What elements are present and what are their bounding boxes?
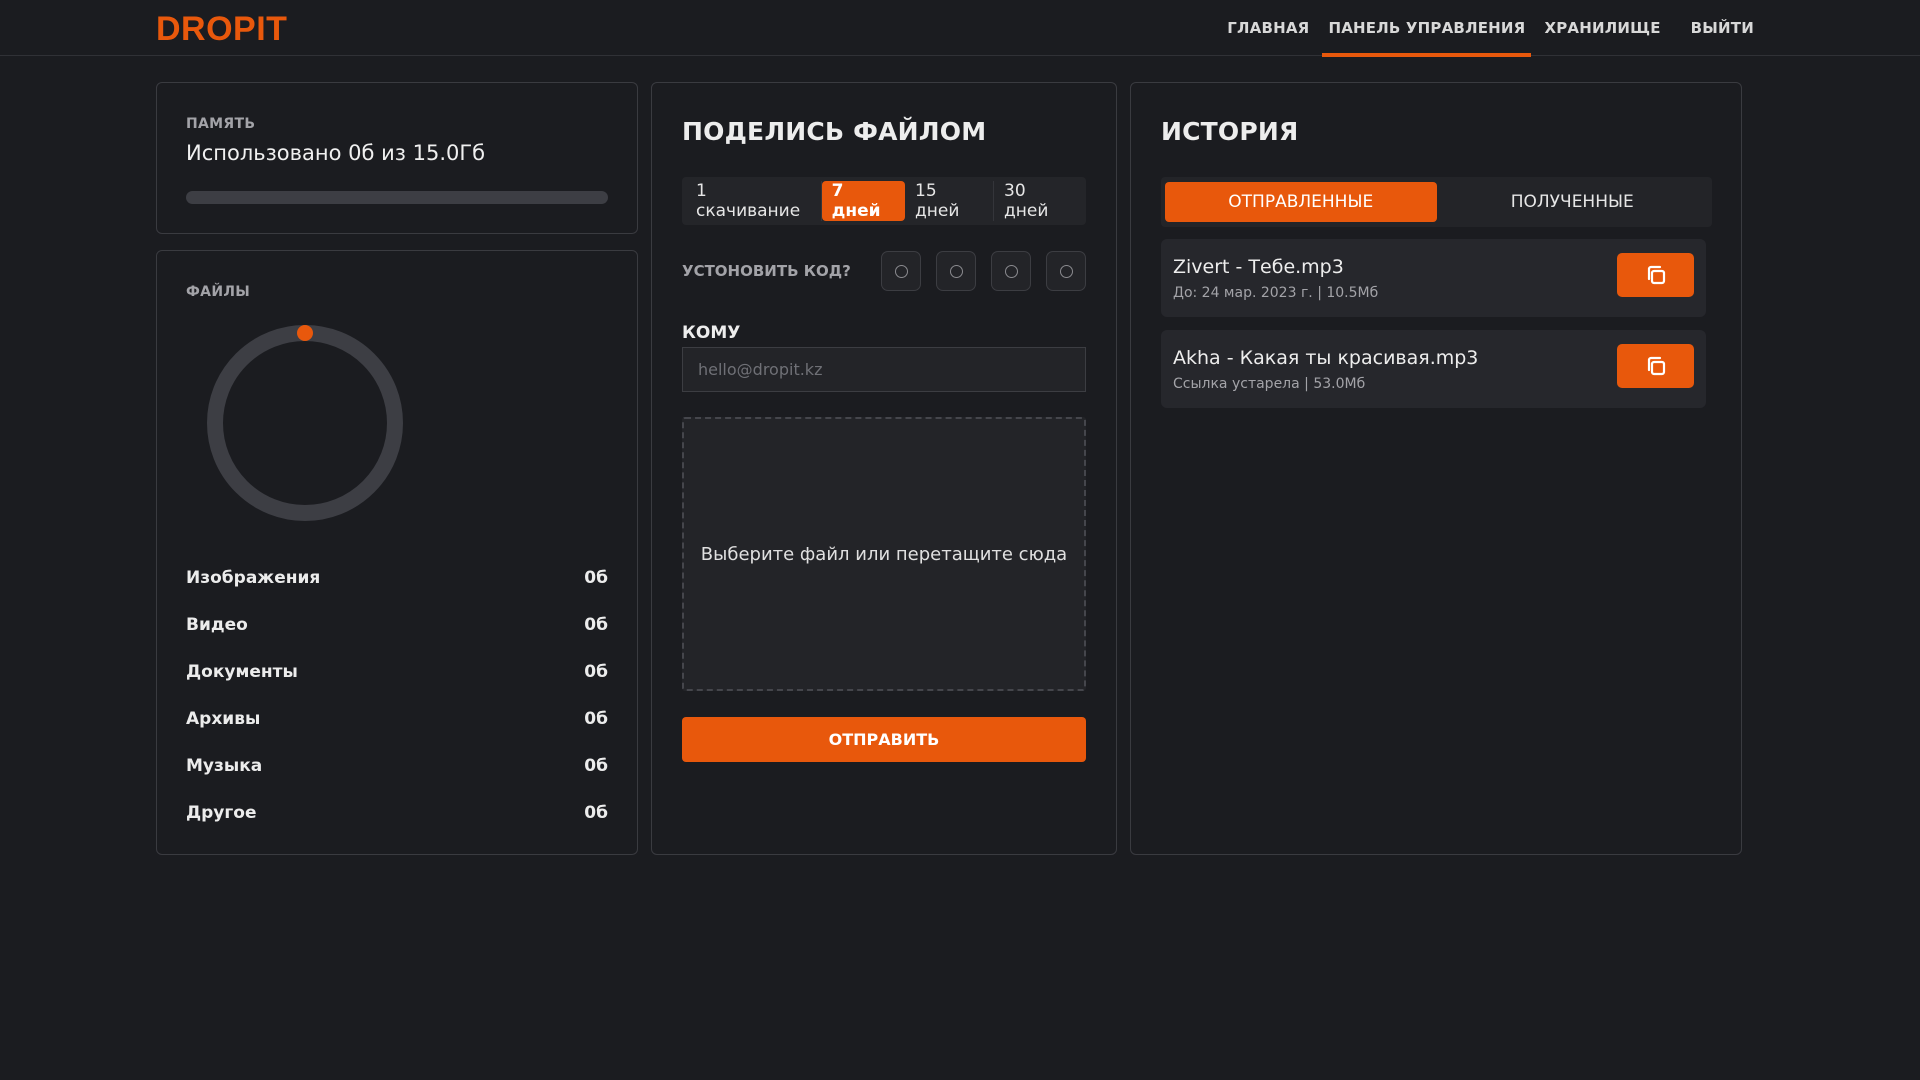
donut-track (207, 325, 403, 521)
share-title: ПОДЕЛИСЬ ФАЙЛОМ (682, 117, 987, 146)
copy-link-button[interactable] (1617, 253, 1694, 297)
category-name: Видео (186, 614, 248, 635)
memory-label: ПАМЯТЬ (186, 116, 256, 132)
dropzone-text: Выберите файл или перетащите сюда (700, 543, 1068, 565)
circle-outline-icon (1004, 264, 1018, 278)
category-name: Изображения (186, 567, 321, 588)
duration-option-7-days[interactable]: 7 дней (821, 181, 906, 221)
circle-outline-icon (894, 264, 908, 278)
history-card: ИСТОРИЯ ОТПРАВЛЕННЫЕ ПОЛУЧЕННЫЕ Zivert -… (1130, 82, 1742, 855)
category-name: Документы (186, 661, 298, 682)
category-size: 0б (584, 661, 608, 682)
code-digit-input[interactable] (991, 251, 1031, 291)
list-item: Изображения 0б (186, 554, 608, 601)
duration-option-15-days[interactable]: 15 дней (905, 181, 995, 221)
list-item: Музыка 0б (186, 742, 608, 789)
list-item: Видео 0б (186, 601, 608, 648)
top-bar: DROPIT ГЛАВНАЯ ПАНЕЛЬ УПРАВЛЕНИЯ ХРАНИЛИ… (0, 0, 1920, 57)
main-nav: ГЛАВНАЯ ПАНЕЛЬ УПРАВЛЕНИЯ ХРАНИЛИЩЕ ВЫЙТ… (1214, 0, 1760, 57)
memory-progress-bar (186, 191, 608, 204)
memory-used-text: Использовано 0б из 15.0Гб (186, 141, 486, 165)
category-size: 0б (584, 755, 608, 776)
code-input-group (881, 251, 1086, 291)
copy-link-button[interactable] (1617, 344, 1694, 388)
history-file-meta: До: 24 мар. 2023 г. | 10.5Мб (1173, 285, 1379, 301)
history-file-name: Akha - Какая ты красивая.mp3 (1173, 347, 1479, 369)
category-name: Другое (186, 802, 257, 823)
history-file-name: Zivert - Тебе.mp3 (1173, 256, 1344, 278)
history-item: Akha - Какая ты красивая.mp3 Ссылка уста… (1161, 330, 1706, 408)
code-digit-input[interactable] (1046, 251, 1086, 291)
duration-option-30-days[interactable]: 30 дней (994, 181, 1082, 221)
nav-logout[interactable]: ВЫЙТИ (1685, 0, 1760, 56)
logo[interactable]: DROPIT (156, 10, 287, 49)
send-button[interactable]: ОТПРАВИТЬ (682, 717, 1086, 762)
memory-card: ПАМЯТЬ Использовано 0б из 15.0Гб (156, 82, 638, 234)
category-size: 0б (584, 708, 608, 729)
circle-outline-icon (1059, 264, 1073, 278)
copy-icon (1647, 265, 1665, 285)
file-category-list: Изображения 0б Видео 0б Документы 0б Арх… (186, 554, 608, 836)
tab-received[interactable]: ПОЛУЧЕННЫЕ (1437, 182, 1709, 222)
history-title: ИСТОРИЯ (1161, 117, 1299, 146)
list-item: Другое 0б (186, 789, 608, 836)
history-tabs: ОТПРАВЛЕННЫЕ ПОЛУЧЕННЫЕ (1161, 177, 1712, 227)
code-digit-input[interactable] (881, 251, 921, 291)
donut-marker (297, 325, 313, 341)
category-name: Архивы (186, 708, 261, 729)
recipient-label: КОМУ (682, 323, 741, 343)
history-file-meta: Ссылка устарела | 53.0Мб (1173, 376, 1366, 392)
category-size: 0б (584, 802, 608, 823)
list-item: Документы 0б (186, 648, 608, 695)
files-card: ФАЙЛЫ Изображения 0б Видео 0б Документы … (156, 250, 638, 855)
tab-sent[interactable]: ОТПРАВЛЕННЫЕ (1165, 182, 1437, 222)
history-item: Zivert - Тебе.mp3 До: 24 мар. 2023 г. | … (1161, 239, 1706, 317)
code-digit-input[interactable] (936, 251, 976, 291)
duration-selector: 1 скачивание 7 дней 15 дней 30 дней (682, 177, 1086, 225)
category-size: 0б (584, 567, 608, 588)
set-code-label: УСТОНОВИТЬ КОД? (682, 262, 851, 280)
file-dropzone[interactable]: Выберите файл или перетащите сюда (682, 417, 1086, 691)
category-size: 0б (584, 614, 608, 635)
share-card: ПОДЕЛИСЬ ФАЙЛОМ 1 скачивание 7 дней 15 д… (651, 82, 1117, 855)
nav-dashboard[interactable]: ПАНЕЛЬ УПРАВЛЕНИЯ (1322, 0, 1532, 57)
files-donut-chart (207, 325, 403, 521)
recipient-email-input[interactable] (682, 347, 1086, 392)
nav-storage[interactable]: ХРАНИЛИЩЕ (1538, 0, 1666, 56)
files-label: ФАЙЛЫ (186, 284, 251, 300)
duration-option-1-download[interactable]: 1 скачивание (686, 181, 822, 221)
circle-outline-icon (949, 264, 963, 278)
copy-icon (1647, 356, 1665, 376)
category-name: Музыка (186, 755, 263, 776)
list-item: Архивы 0б (186, 695, 608, 742)
nav-home[interactable]: ГЛАВНАЯ (1221, 0, 1315, 56)
